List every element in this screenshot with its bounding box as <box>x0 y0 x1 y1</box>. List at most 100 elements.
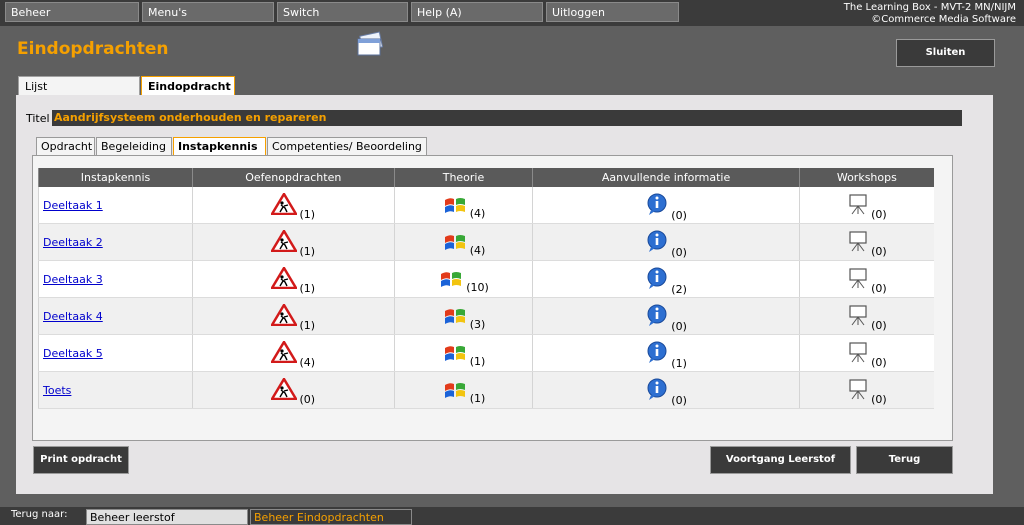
col-instapkennis: Instapkennis <box>37 168 193 187</box>
warning-icon[interactable] <box>270 265 299 292</box>
easel-icon[interactable] <box>847 193 869 218</box>
oefen-count: (0) <box>299 392 316 406</box>
row-link[interactable]: Deeltaak 4 <box>43 310 103 323</box>
info-count: (2) <box>671 282 687 296</box>
warning-icon[interactable] <box>270 302 299 329</box>
row-link[interactable]: Deeltaak 5 <box>43 347 103 360</box>
oefenopdrachten-cell[interactable]: (1) <box>192 223 395 261</box>
close-button[interactable]: Sluiten <box>896 39 995 67</box>
windows-icon[interactable] <box>442 231 468 254</box>
tab-lijst-eindopdrachten[interactable]: Lijst eindopdrachten <box>18 76 140 113</box>
row-link[interactable]: Toets <box>43 384 71 397</box>
theorie-cell[interactable]: (4) <box>393 223 533 261</box>
oefenopdrachten-cell[interactable]: (1) <box>192 187 395 224</box>
workshops-cell[interactable]: (0) <box>798 223 934 261</box>
info-icon[interactable] <box>645 229 669 256</box>
workshops-cell[interactable]: (0) <box>798 334 934 372</box>
row-name-cell: Deeltaak 2 <box>37 223 193 261</box>
menu-uitloggen[interactable]: Uitloggen <box>546 2 679 22</box>
menu-beheer[interactable]: Beheer <box>5 2 139 22</box>
oefen-count: (1) <box>299 207 316 221</box>
info-count: (1) <box>671 356 687 370</box>
print-opdracht-button[interactable]: Print opdracht <box>33 446 129 474</box>
theorie-count: (3) <box>469 317 486 331</box>
row-name-cell: Deeltaak 1 <box>37 187 193 224</box>
row-name-cell: Deeltaak 5 <box>37 334 193 372</box>
footer-link-beheer-eindopdrachten[interactable]: Beheer Eindopdrachten <box>250 509 412 525</box>
info-count: (0) <box>671 393 687 407</box>
menu-menus[interactable]: Menu's <box>142 2 274 22</box>
menu-help[interactable]: Help (A) <box>411 2 543 22</box>
footer-link-beheer-leerstof[interactable]: Beheer leerstof <box>86 509 248 525</box>
theorie-cell[interactable]: (10) <box>393 260 533 298</box>
theorie-cell[interactable]: (1) <box>393 334 533 372</box>
row-name-cell: Deeltaak 4 <box>37 297 193 335</box>
info-icon[interactable] <box>645 340 669 367</box>
theorie-count: (4) <box>469 206 486 220</box>
terug-button[interactable]: Terug <box>856 446 953 474</box>
top-menu-bar: Beheer Menu's Switch Help (A) Uitloggen … <box>0 0 1024 26</box>
titel-label: Titel <box>26 112 50 125</box>
info-cell[interactable]: (0) <box>532 371 800 409</box>
row-link[interactable]: Deeltaak 2 <box>43 236 103 249</box>
theorie-cell[interactable]: (1) <box>393 371 533 409</box>
info-cell[interactable]: (0) <box>532 223 800 261</box>
info-icon[interactable] <box>645 303 669 330</box>
warning-icon[interactable] <box>270 339 299 366</box>
table-row: Deeltaak 3 (1) (10) (2) (0) <box>37 260 934 298</box>
oefenopdrachten-cell[interactable]: (1) <box>192 260 395 298</box>
windows-icon[interactable] <box>442 194 468 217</box>
workshops-cell[interactable]: (0) <box>798 297 934 335</box>
workshops-cell[interactable]: (0) <box>798 371 934 409</box>
info-icon[interactable] <box>645 377 669 404</box>
documents-icon <box>357 31 384 56</box>
tab-opdracht[interactable]: Opdracht <box>36 137 95 156</box>
instapkennis-panel: Instapkennis Oefenopdrachten Theorie Aan… <box>32 155 953 441</box>
table-row: Deeltaak 1 (1) (4) (0) (0) <box>37 187 934 224</box>
theorie-cell[interactable]: (3) <box>393 297 533 335</box>
theorie-count: (4) <box>469 243 486 257</box>
theorie-count: (1) <box>469 354 486 368</box>
oefenopdrachten-cell[interactable]: (0) <box>192 371 395 409</box>
row-link[interactable]: Deeltaak 3 <box>43 273 103 286</box>
workshops-cell[interactable]: (0) <box>798 187 934 224</box>
info-cell[interactable]: (0) <box>532 297 800 335</box>
tab-eindopdracht[interactable]: Eindopdracht <box>141 76 235 96</box>
easel-icon[interactable] <box>847 378 869 403</box>
theorie-cell[interactable]: (4) <box>393 187 533 224</box>
tab-competenties-beoordeling[interactable]: Competenties/ Beoordeling <box>267 137 427 156</box>
tab-instapkennis[interactable]: Instapkennis <box>173 137 266 156</box>
theorie-count: (1) <box>469 391 486 405</box>
warning-icon[interactable] <box>270 228 299 255</box>
brand-line-1: The Learning Box - MVT-2 MN/NIJM <box>843 2 1016 13</box>
workshops-cell[interactable]: (0) <box>798 260 934 298</box>
workshops-count: (0) <box>871 318 887 332</box>
windows-icon[interactable] <box>442 379 468 402</box>
oefenopdrachten-cell[interactable]: (1) <box>192 297 395 335</box>
easel-icon[interactable] <box>847 267 869 292</box>
windows-icon[interactable] <box>438 268 464 291</box>
oefen-count: (4) <box>299 355 316 369</box>
info-cell[interactable]: (1) <box>532 334 800 372</box>
oefenopdrachten-cell[interactable]: (4) <box>192 334 395 372</box>
warning-icon[interactable] <box>270 191 299 218</box>
table-header-row: Instapkennis Oefenopdrachten Theorie Aan… <box>37 168 934 187</box>
warning-icon[interactable] <box>270 376 299 403</box>
row-link[interactable]: Deeltaak 1 <box>43 199 103 212</box>
voortgang-leerstof-button[interactable]: Voortgang Leerstof <box>710 446 851 474</box>
col-workshops: Workshops <box>798 168 934 187</box>
row-name-cell: Toets <box>37 371 193 409</box>
footer-label: Terug naar: <box>11 509 68 520</box>
info-cell[interactable]: (0) <box>532 187 800 224</box>
info-icon[interactable] <box>645 192 669 219</box>
easel-icon[interactable] <box>847 341 869 366</box>
easel-icon[interactable] <box>847 304 869 329</box>
windows-icon[interactable] <box>442 342 468 365</box>
info-cell[interactable]: (2) <box>532 260 800 298</box>
easel-icon[interactable] <box>847 230 869 255</box>
windows-icon[interactable] <box>442 305 468 328</box>
col-oefenopdrachten: Oefenopdrachten <box>192 168 395 187</box>
menu-switch[interactable]: Switch <box>277 2 408 22</box>
info-icon[interactable] <box>645 266 669 293</box>
tab-begeleiding[interactable]: Begeleiding <box>96 137 172 156</box>
